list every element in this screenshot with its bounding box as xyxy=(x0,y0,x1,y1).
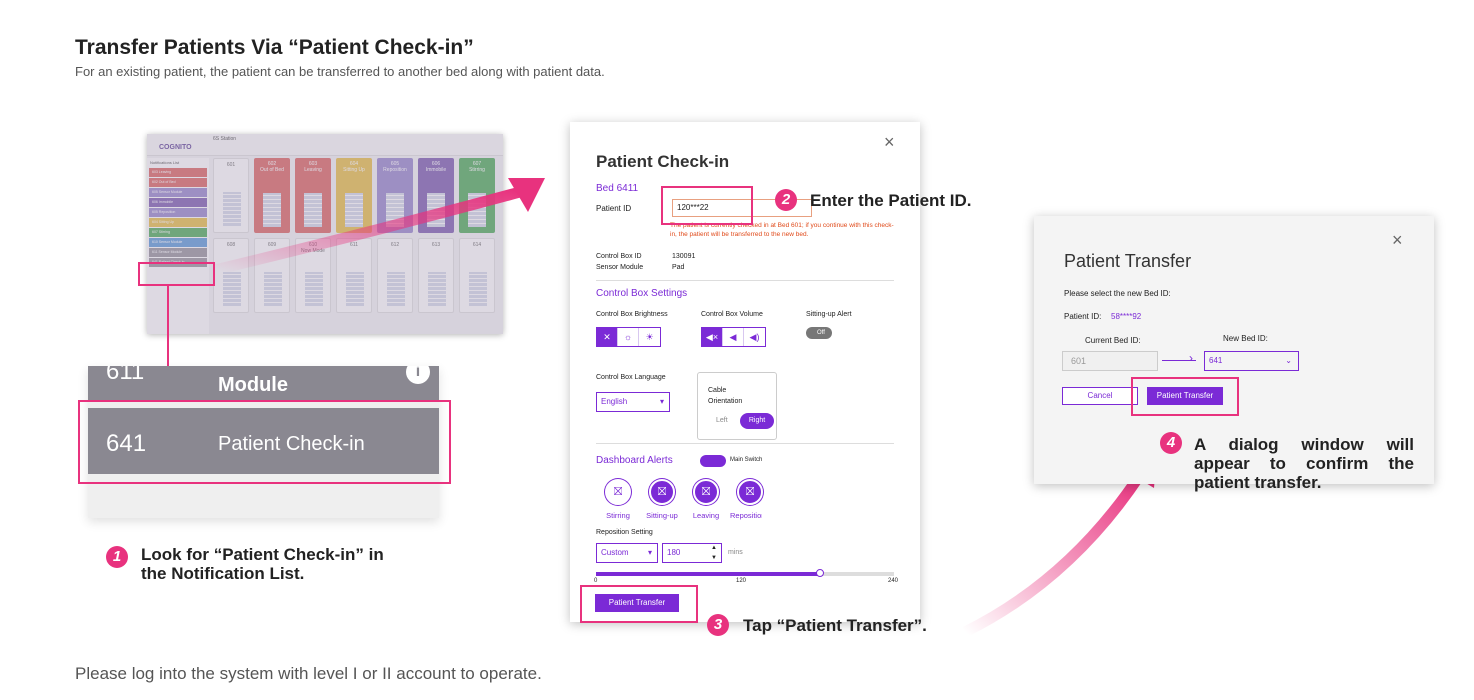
step-4-badge: 4 xyxy=(1160,432,1182,454)
sitting-up-alert-icon[interactable]: ⛝ xyxy=(649,479,675,505)
current-bed-label: Current Bed ID: xyxy=(1085,336,1141,345)
arrow-to-transfer-dialog xyxy=(962,471,1145,637)
stirring-alert-icon[interactable]: ⛝ xyxy=(605,479,631,505)
leaving-alert-icon[interactable]: ⛝ xyxy=(693,479,719,505)
step-4-text: A dialog window will appear to confirm t… xyxy=(1194,435,1414,492)
control-box-settings-heading: Control Box Settings xyxy=(596,288,688,299)
patient-id-label: Patient ID xyxy=(596,204,632,213)
new-bed-select[interactable]: 641 ⌄ xyxy=(1204,351,1299,371)
minutes-unit: mins xyxy=(728,549,743,556)
slider-max: 240 xyxy=(888,578,899,584)
arrow-right-icon: › xyxy=(1189,351,1193,365)
main-switch-label: Main Switch xyxy=(730,457,763,463)
chevron-down-icon: ⌄ xyxy=(1285,356,1292,365)
step-3-text: Tap “Patient Transfer”. xyxy=(743,616,927,635)
dashboard-alerts-heading: Dashboard Alerts xyxy=(596,455,673,466)
patient-id-value: 58****92 xyxy=(1111,312,1142,321)
volume-label: Control Box Volume xyxy=(701,311,763,318)
transfer-button-highlight xyxy=(580,585,698,623)
cable-label: Cable Orientation xyxy=(708,387,743,405)
bed-label: Bed 6411 xyxy=(596,183,639,194)
select-bed-prompt: Please select the new Bed ID: xyxy=(1064,289,1171,298)
sitting-alert-toggle[interactable]: Off xyxy=(806,327,832,339)
cancel-button[interactable]: Cancel xyxy=(1062,387,1138,405)
brightness-label: Control Box Brightness xyxy=(596,311,668,318)
reposition-minutes-value: 180 xyxy=(667,548,681,557)
cable-right-option[interactable]: Right xyxy=(740,413,774,429)
volume-mute-icon[interactable]: ◀× xyxy=(702,328,723,346)
slider-handle[interactable] xyxy=(815,569,824,577)
step-2-badge: 2 xyxy=(775,189,797,211)
dialog-title: Patient Check-in xyxy=(596,152,730,171)
new-bed-label: New Bed ID: xyxy=(1223,334,1268,343)
confirm-button-highlight xyxy=(1131,377,1239,416)
sensor-module-label: Sensor Module xyxy=(596,264,644,271)
brightness-high-icon[interactable]: ☀ xyxy=(639,328,660,346)
stirring-label: Stirring xyxy=(606,511,630,520)
slider-min: 0 xyxy=(594,578,598,584)
arrow-to-checkin xyxy=(213,186,522,276)
language-value: English xyxy=(601,397,628,406)
stepper-arrows-icon[interactable]: ▲ ▼ xyxy=(711,543,717,563)
footer-note: Please log into the system with level I … xyxy=(75,664,542,683)
new-bed-value: 641 xyxy=(1209,356,1223,365)
control-box-id-label: Control Box ID xyxy=(596,253,642,260)
language-label: Control Box Language xyxy=(596,374,666,381)
dialog-title: Patient Transfer xyxy=(1064,251,1192,271)
reposition-setting-label: Reposition Setting xyxy=(596,529,653,536)
main-switch-toggle[interactable] xyxy=(700,455,726,467)
reposition-alert-icon[interactable]: ⛝ xyxy=(737,479,763,505)
sitting-up-label: Sitting-up xyxy=(646,511,678,520)
patient-id-highlight xyxy=(661,186,753,225)
reposition-mode-value: Custom xyxy=(601,548,629,557)
brightness-off-icon[interactable]: ✕ xyxy=(597,328,618,346)
volume-low-icon[interactable]: ◀ xyxy=(723,328,744,346)
reposition-label: Reposition xyxy=(730,511,762,520)
reposition-minutes-stepper[interactable]: 180 ▲ ▼ xyxy=(662,543,722,563)
close-icon[interactable]: × xyxy=(1392,230,1403,251)
control-box-id-value: 130091 xyxy=(672,253,696,260)
chevron-down-icon: ▾ xyxy=(647,548,652,557)
step-3-badge: 3 xyxy=(707,614,729,636)
slider-mid: 120 xyxy=(736,578,747,584)
slider-fill xyxy=(596,572,820,576)
reposition-mode-select[interactable]: Custom ▾ xyxy=(596,543,658,563)
divider xyxy=(596,443,894,444)
brightness-low-icon[interactable]: ☼ xyxy=(618,328,639,346)
patient-id-label: Patient ID: xyxy=(1064,312,1102,321)
brightness-selector[interactable]: ✕ ☼ ☀ xyxy=(596,327,661,347)
close-icon[interactable]: × xyxy=(884,132,895,153)
current-bed-field: 601 xyxy=(1062,351,1158,371)
reposition-slider[interactable] xyxy=(596,569,894,577)
divider xyxy=(596,280,894,281)
cable-left-option[interactable]: Left xyxy=(716,417,728,424)
chevron-down-icon: ▾ xyxy=(659,397,664,406)
language-select[interactable]: English ▾ xyxy=(596,392,670,412)
leaving-label: Leaving xyxy=(692,511,720,520)
cable-orientation-panel: Cable Orientation Left Right xyxy=(697,372,777,440)
volume-high-icon[interactable]: ◀) xyxy=(744,328,765,346)
step-2-text: Enter the Patient ID. xyxy=(810,191,972,210)
sensor-module-value: Pad xyxy=(672,264,685,271)
volume-selector[interactable]: ◀× ◀ ◀) xyxy=(701,327,766,347)
sitting-alert-label: Sitting-up Alert xyxy=(806,311,852,318)
